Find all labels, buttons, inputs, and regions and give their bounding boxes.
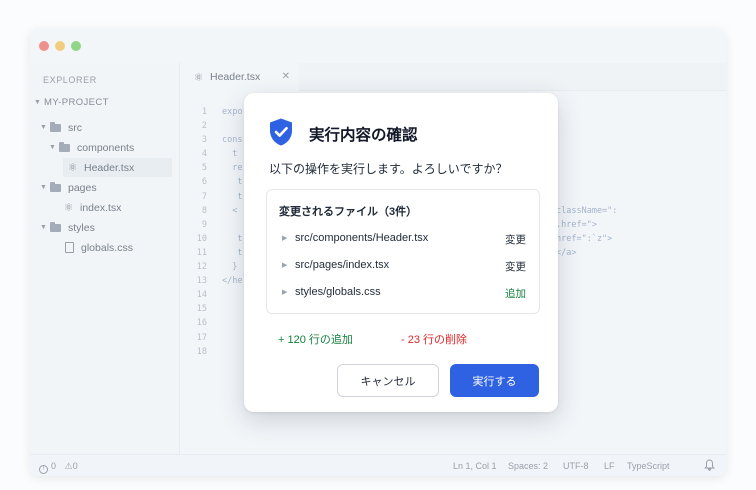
chevron-right-icon: ▶ xyxy=(282,262,288,269)
cancel-button[interactable]: キャンセル xyxy=(337,364,439,397)
file-path: src/pages/index.tsx xyxy=(295,259,390,271)
file-row[interactable]: ▶ src/pages/index.tsx 変更 xyxy=(267,256,539,276)
dialog-subtitle: 以下の操作を実行します。よろしいですか？ xyxy=(269,162,508,176)
shield-check-icon xyxy=(270,118,292,146)
dialog-title: 実行内容の確認 xyxy=(309,127,418,144)
file-row[interactable]: ▶ styles/globals.css 追加 xyxy=(267,283,539,303)
chevron-right-icon: ▶ xyxy=(282,289,288,296)
additions-count: + 120 行の追加 xyxy=(278,334,353,346)
files-heading: 変更されるファイル（3件） xyxy=(279,206,418,218)
changed-files-panel: 変更されるファイル（3件） ▶ src/components/Header.ts… xyxy=(266,189,540,314)
change-type: 変更 xyxy=(505,261,526,273)
deletions-count: - 23 行の削除 xyxy=(401,334,468,346)
file-path: src/components/Header.tsx xyxy=(295,232,429,244)
chevron-right-icon: ▶ xyxy=(282,235,288,242)
file-row[interactable]: ▶ src/components/Header.tsx 変更 xyxy=(267,229,539,249)
file-path: styles/globals.css xyxy=(295,286,381,298)
confirm-dialog: 実行内容の確認 以下の操作を実行します。よろしいですか？ 変更されるファイル（3… xyxy=(244,93,558,412)
confirm-run-button[interactable]: 実行する xyxy=(450,364,539,397)
change-type: 追加 xyxy=(505,288,526,300)
change-type: 変更 xyxy=(505,234,526,246)
